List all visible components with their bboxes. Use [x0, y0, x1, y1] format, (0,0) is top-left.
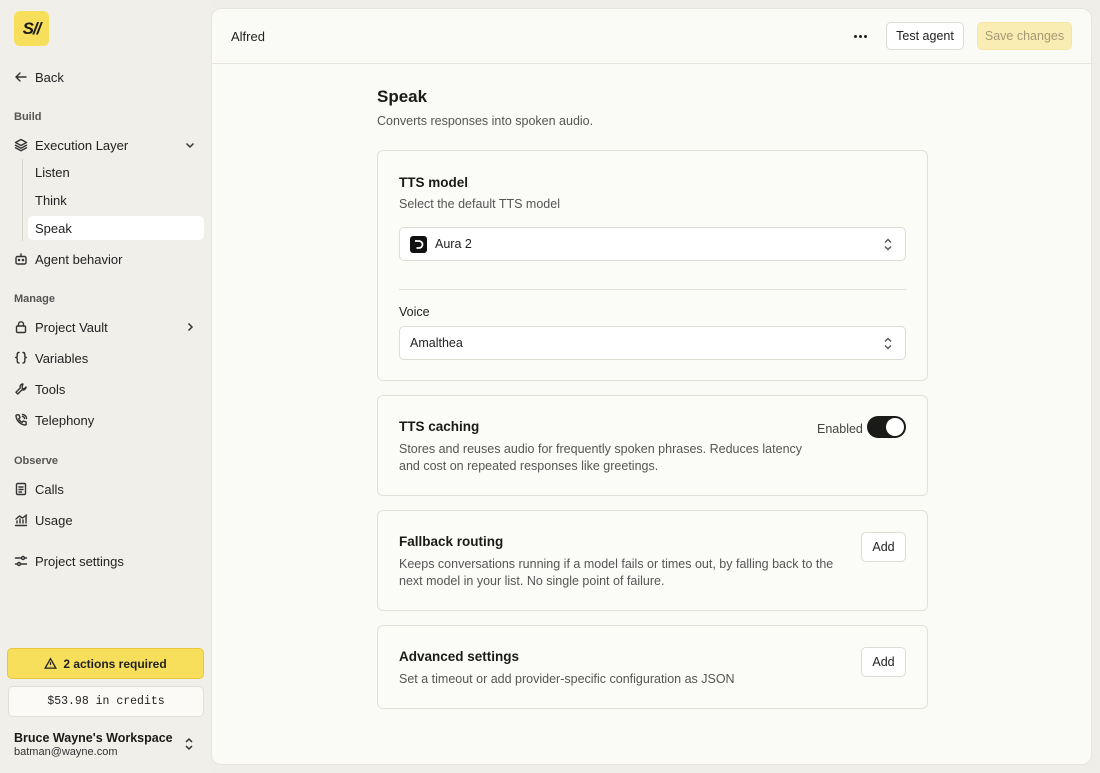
sidebar-item-project-vault[interactable]: Project Vault	[14, 316, 196, 338]
card-title: Advanced settings	[399, 649, 520, 664]
tts-model-select[interactable]: Aura 2	[399, 227, 906, 261]
sidebar-item-usage[interactable]: Usage	[14, 509, 73, 531]
bot-icon	[14, 252, 28, 266]
sidebar-item-label: Speak	[35, 220, 72, 236]
sidebar-item-label: Listen	[35, 164, 70, 180]
card-description: Set a timeout or add provider-specific c…	[399, 672, 735, 686]
wrench-icon	[14, 382, 28, 396]
voice-label: Voice	[399, 305, 430, 319]
sliders-icon	[14, 554, 28, 568]
arrow-left-icon	[14, 70, 28, 84]
sidebar-item-label: Usage	[35, 512, 73, 528]
selected-model: Aura 2	[435, 237, 472, 251]
actions-required-label: 2 actions required	[63, 656, 167, 671]
back-label: Back	[35, 69, 64, 85]
page-title: Speak	[377, 87, 428, 106]
advanced-settings-card: Advanced settings Set a timeout or add p…	[377, 625, 928, 709]
sidebar-item-label: Telephony	[35, 412, 95, 428]
save-changes-button[interactable]: Save changes	[977, 22, 1072, 50]
chevron-right-icon[interactable]	[184, 321, 196, 333]
card-description: Stores and reuses audio for frequently s…	[399, 442, 803, 473]
sidebar-item-project-settings[interactable]: Project settings	[14, 550, 124, 572]
sidebar-item-calls[interactable]: Calls	[14, 478, 64, 500]
divider	[399, 289, 906, 290]
page-subtitle: Converts responses into spoken audio.	[377, 114, 594, 128]
back-link[interactable]: Back	[14, 66, 64, 88]
deepgram-logo-icon	[410, 235, 427, 253]
submenu-line	[22, 159, 23, 241]
test-agent-button[interactable]: Test agent	[886, 22, 964, 50]
voice-select[interactable]: Amalthea	[399, 326, 906, 360]
warning-icon	[44, 657, 58, 669]
sidebar-item-variables[interactable]: Variables	[14, 347, 88, 369]
card-description: Keeps conversations running if a model f…	[399, 557, 834, 588]
section-observe: Observe	[14, 455, 59, 467]
chart-icon	[14, 513, 28, 527]
add-advanced-button[interactable]: Add	[861, 647, 906, 677]
sidebar: S// Back Build Execution Layer Listen Th…	[0, 0, 210, 773]
more-options-icon[interactable]	[850, 26, 870, 46]
card-description: Select the default TTS model	[399, 197, 560, 211]
sidebar-item-label: Project settings	[35, 553, 124, 569]
workspace-switcher[interactable]: Bruce Wayne's Workspace batman@wayne.com	[14, 731, 173, 758]
tts-caching-card: TTS caching Stores and reuses audio for …	[377, 395, 928, 496]
sidebar-item-tools[interactable]: Tools	[14, 378, 65, 400]
credits-label: $53.98 in credits	[47, 695, 165, 708]
sidebar-item-label: Calls	[35, 481, 64, 497]
card-title: Fallback routing	[399, 534, 504, 549]
document-list-icon	[14, 482, 28, 496]
sidebar-item-label: Project Vault	[35, 319, 108, 335]
credits-badge[interactable]: $53.98 in credits	[8, 686, 204, 717]
braces-icon	[14, 351, 28, 365]
sidebar-item-agent-behavior[interactable]: Agent behavior	[14, 248, 122, 270]
card-title: TTS model	[399, 175, 469, 190]
sidebar-item-label: Agent behavior	[35, 251, 123, 267]
tts-model-card: TTS model Select the default TTS model A…	[377, 150, 928, 381]
chevron-updown-icon	[883, 238, 893, 251]
fallback-routing-card: Fallback routing Keeps conversations run…	[377, 510, 928, 611]
agent-name: Alfred	[231, 29, 265, 44]
sidebar-item-label: Variables	[35, 350, 89, 366]
workspace-name: Bruce Wayne's Workspace	[14, 731, 173, 745]
toggle-label: Enabled	[817, 422, 863, 436]
layers-icon	[14, 138, 28, 152]
section-build: Build	[14, 111, 42, 123]
sidebar-item-think[interactable]: Think	[28, 188, 204, 212]
section-manage: Manage	[14, 293, 55, 305]
sidebar-item-label: Tools	[35, 381, 66, 397]
sidebar-item-label: Think	[35, 192, 67, 208]
workspace-email: batman@wayne.com	[14, 746, 118, 758]
phone-icon	[14, 413, 28, 427]
card-title: TTS caching	[399, 419, 480, 434]
app-logo[interactable]: S//	[14, 11, 49, 46]
lock-icon	[14, 320, 28, 334]
selected-voice: Amalthea	[410, 336, 463, 350]
topbar: Alfred Test agent Save changes	[212, 9, 1091, 64]
actions-required-button[interactable]: 2 actions required	[7, 648, 204, 679]
sidebar-item-execution-layer[interactable]: Execution Layer	[14, 134, 196, 156]
sidebar-item-speak[interactable]: Speak	[28, 216, 204, 240]
sidebar-item-listen[interactable]: Listen	[28, 160, 204, 184]
chevron-updown-icon	[883, 337, 893, 350]
tts-caching-toggle[interactable]	[867, 416, 906, 438]
sidebar-item-label: Execution Layer	[35, 137, 129, 153]
chevron-updown-icon[interactable]	[183, 737, 195, 751]
main-panel: Alfred Test agent Save changes Speak Con…	[211, 8, 1092, 765]
add-fallback-button[interactable]: Add	[861, 532, 906, 562]
chevron-down-icon[interactable]	[184, 139, 196, 151]
toggle-knob	[886, 418, 904, 436]
sidebar-item-telephony[interactable]: Telephony	[14, 409, 94, 431]
